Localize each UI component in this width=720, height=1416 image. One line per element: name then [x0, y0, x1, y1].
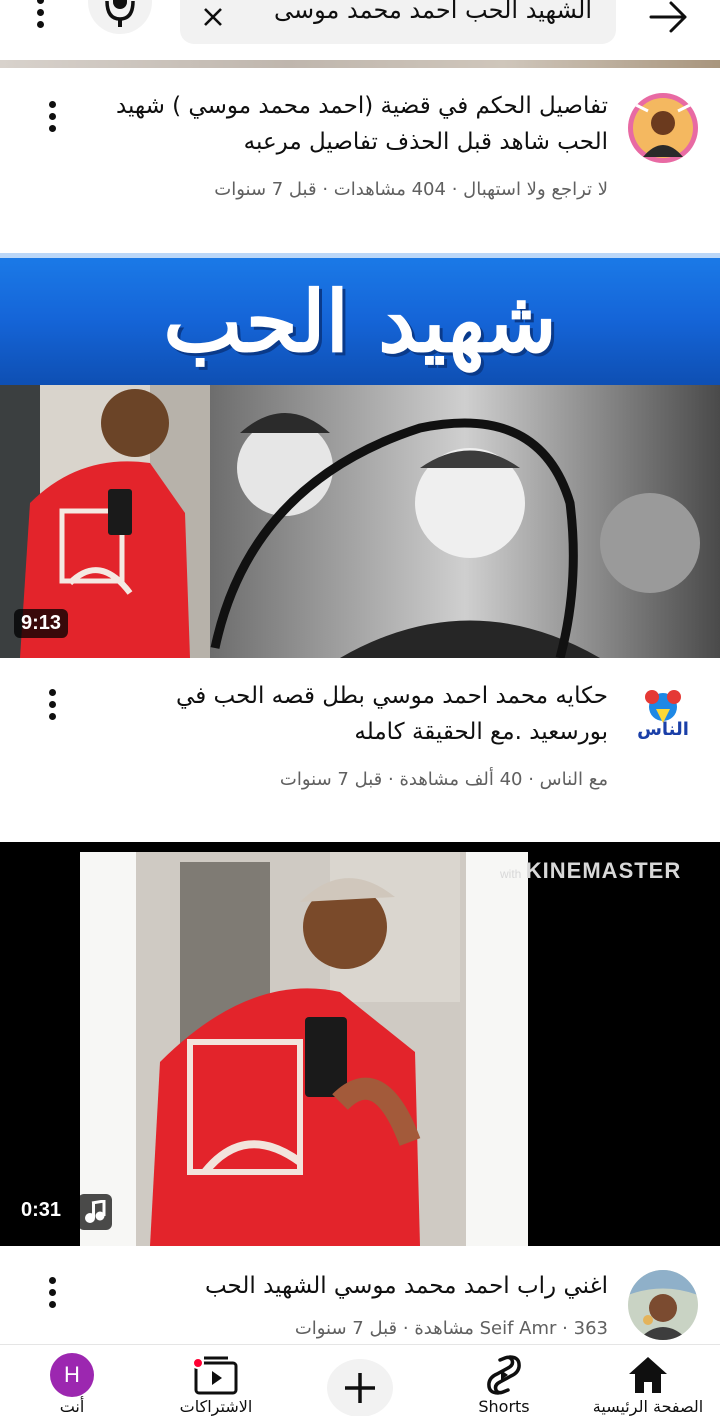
- mic-icon: [105, 0, 135, 27]
- voice-search-button[interactable]: [88, 0, 152, 34]
- more-vert-icon: [48, 100, 56, 132]
- music-note-icon: [85, 1200, 106, 1223]
- nav-label: الاشتراكات: [179, 1397, 253, 1416]
- video-result-2[interactable]: الناس حكايه محمد احمد موسي بطل قصه الحب …: [0, 658, 720, 840]
- nav-shorts[interactable]: Shorts: [432, 1345, 576, 1416]
- channel-name[interactable]: لا تراجع ولا استهبال: [463, 179, 608, 200]
- plus-icon: [345, 1373, 375, 1403]
- duration-badge: 0:31: [14, 1196, 69, 1225]
- video-watermark: with KINEMASTER: [500, 858, 682, 883]
- upload-age: قبل 7 سنوات: [279, 769, 383, 790]
- video-metadata: مع الناس · 40 ألف مشاهدة · قبل 7 سنوات: [279, 769, 608, 790]
- search-input[interactable]: الشهيد الحب احمد محمد موسى: [180, 0, 616, 44]
- duration-badge: 9:13: [14, 609, 69, 638]
- new-content-dot: [192, 1357, 204, 1369]
- channel-logo-icon: [645, 690, 681, 723]
- search-query-text: الشهيد الحب احمد محمد موسى: [273, 0, 592, 24]
- video-result-1[interactable]: تفاصيل الحكم في قضية (احمد محمد موسي ) ش…: [0, 68, 720, 248]
- shorts-music-badge: [78, 1194, 112, 1230]
- channel-name[interactable]: مع الناس: [540, 769, 608, 790]
- video-metadata: لا تراجع ولا استهبال · 404 مشاهدات · قبل…: [214, 179, 608, 200]
- nav-subscriptions[interactable]: الاشتراكات: [144, 1345, 288, 1416]
- video-thumbnail[interactable]: شهيد الحب 9:13: [0, 253, 720, 658]
- video-metadata: Seif Amr · 363 مشاهدة · قبل 7 سنوات: [294, 1318, 608, 1339]
- video-result-3[interactable]: اغني راب احمد محمد موسي الشهيد الحب Seif…: [0, 1248, 720, 1344]
- clear-search-button[interactable]: [196, 0, 230, 34]
- nav-home[interactable]: الصفحة الرئيسية: [576, 1345, 720, 1416]
- upload-age: قبل 7 سنوات: [294, 1318, 398, 1339]
- thumbnail-banner-text: شهيد الحب: [163, 272, 557, 371]
- account-avatar: H: [50, 1353, 94, 1397]
- more-vert-icon: [48, 1276, 56, 1308]
- arrow-back-icon: [649, 1, 687, 33]
- search-top-bar: الشهيد الحب احمد محمد موسى: [0, 0, 720, 68]
- nav-label: أنت: [59, 1397, 85, 1416]
- video-title[interactable]: تفاصيل الحكم في قضية (احمد محمد موسي ) ش…: [108, 88, 608, 160]
- video-thumbnail[interactable]: with KINEMASTER 0:31: [0, 842, 720, 1246]
- back-button[interactable]: [646, 0, 692, 34]
- nav-label: Shorts: [478, 1397, 530, 1416]
- video-options-button[interactable]: [40, 686, 64, 722]
- video-title[interactable]: حكايه محمد احمد موسي بطل قصه الحب في بور…: [108, 678, 608, 750]
- upload-age: قبل 7 سنوات: [214, 179, 317, 200]
- nav-create[interactable]: [288, 1345, 432, 1416]
- thumbnail-image: [80, 852, 528, 1246]
- more-vert-icon[interactable]: [22, 0, 58, 36]
- video-title[interactable]: اغني راب احمد محمد موسي الشهيد الحب: [108, 1268, 608, 1304]
- channel-avatar[interactable]: الناس: [628, 683, 698, 753]
- home-icon: [629, 1357, 667, 1393]
- nav-label: الصفحة الرئيسية: [592, 1397, 704, 1416]
- video-options-button[interactable]: [40, 98, 64, 134]
- channel-avatar[interactable]: [628, 1270, 698, 1340]
- video-options-button[interactable]: [40, 1274, 64, 1310]
- channel-name[interactable]: Seif Amr: [480, 1318, 557, 1339]
- shorts-icon: [487, 1355, 521, 1395]
- previous-thumbnail-edge: [0, 60, 720, 68]
- channel-avatar[interactable]: [628, 93, 698, 163]
- bottom-navigation: H أنت الاشتراكات Shorts الصفحة الرئيسية: [0, 1344, 720, 1416]
- nav-you[interactable]: H أنت: [0, 1345, 144, 1416]
- view-count: 40 ألف مشاهدة: [399, 769, 523, 790]
- create-button[interactable]: [327, 1359, 393, 1416]
- view-count: 404 مشاهدات: [333, 179, 446, 200]
- channel-logo-text: الناس: [637, 719, 689, 740]
- more-vert-icon: [48, 688, 56, 720]
- close-icon: [204, 8, 222, 26]
